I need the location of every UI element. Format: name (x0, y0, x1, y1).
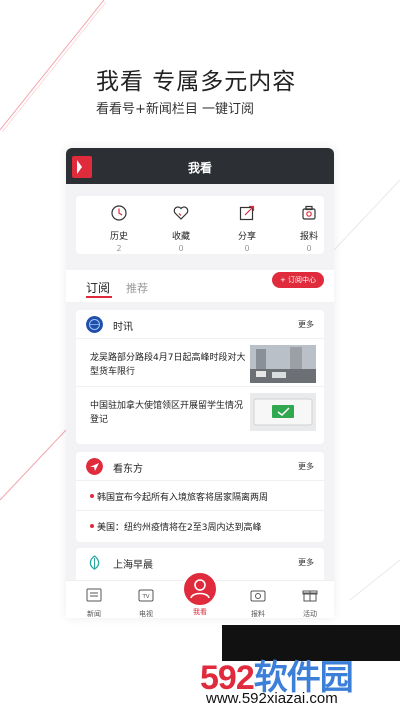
quick-favorites-label: 收藏 (171, 232, 190, 242)
section-name: 时讯 (113, 322, 133, 333)
section-name: 上海早晨 (113, 560, 153, 571)
tab-recommend[interactable]: 推荐 (126, 280, 148, 296)
globe-icon (86, 316, 103, 333)
section-header: 时讯 更多 (76, 310, 324, 338)
news-title: 中国驻加拿大使馆领区开展留学生情况登记 (90, 401, 244, 425)
nav-report[interactable]: 报料 (238, 587, 278, 618)
app-titlebar: 我看 (66, 148, 334, 184)
tv-icon: TV (138, 589, 154, 602)
nav-activity-label: 活动 (303, 610, 317, 618)
subscribe-tabs: 订阅 推荐 + 订阅中心 (66, 270, 334, 302)
bullet-dot (90, 524, 94, 528)
section-more-link[interactable]: 更多 (298, 461, 314, 472)
nav-activity[interactable]: 活动 (290, 587, 330, 618)
news-item[interactable]: 龙吴路部分路段4月7日起高峰时段对大型货车限行 (76, 338, 324, 386)
hero-subtitle: 看看号+新闻栏目 一键订阅 (96, 102, 255, 117)
bullet-dot (90, 494, 94, 498)
quick-report-count: 0 (306, 244, 312, 253)
tab-subscribe[interactable]: 订阅 (86, 279, 110, 296)
section-shixun: 时讯 更多 龙吴路部分路段4月7日起高峰时段对大型货车限行 中国驻加拿大使馆领区… (76, 310, 324, 444)
tab-active-indicator (86, 296, 112, 298)
user-icon (190, 579, 210, 599)
subscription-center-button[interactable]: + 订阅中心 (272, 272, 324, 288)
nav-news[interactable]: 新闻 (74, 587, 114, 618)
app-screen: 我看 历史 2 收藏 0 分享 0 报料 0 订阅 推荐 + 订阅中心 时讯 更… (66, 148, 334, 618)
quick-share-label: 分享 (237, 232, 256, 242)
bottom-nav: 新闻 TV 电视 我看 报料 活动 (66, 571, 334, 618)
news-title: 龙吴路部分路段4月7日起高峰时段对大型货车限行 (90, 353, 246, 377)
list-item[interactable]: 美国：纽约州疫情将在2至3周内达到高峰 (76, 510, 324, 540)
share-icon (239, 205, 255, 221)
list-item[interactable]: 韩国宣布今起所有入境旅客将居家隔离两周 (76, 480, 324, 510)
camera-icon (250, 590, 266, 602)
section-header: 看东方 更多 (76, 452, 324, 480)
list-item-title: 美国：纽约州疫情将在2至3周内达到高峰 (97, 523, 262, 533)
section-kandongfang: 看东方 更多 韩国宣布今起所有入境旅客将居家隔离两周 美国：纽约州疫情将在2至3… (76, 452, 324, 542)
list-item-title: 韩国宣布今起所有入境旅客将居家隔离两周 (97, 493, 269, 503)
section-more-link[interactable]: 更多 (298, 557, 314, 568)
nav-tv[interactable]: TV 电视 (126, 587, 166, 618)
quick-favorites[interactable]: 收藏 0 (156, 204, 206, 253)
camera-icon (302, 205, 316, 220)
quick-report-label: 报料 (299, 232, 318, 242)
nav-mine-label: 我看 (193, 608, 207, 616)
quick-history[interactable]: 历史 2 (94, 204, 144, 253)
section-more-link[interactable]: 更多 (298, 319, 314, 330)
quick-favorites-count: 0 (178, 244, 184, 253)
app-title: 我看 (187, 161, 212, 175)
dongfang-logo-icon (86, 458, 103, 475)
leaf-icon (89, 555, 100, 570)
nav-tv-label: 电视 (139, 610, 153, 618)
quick-actions-card: 历史 2 收藏 0 分享 0 报料 0 (76, 196, 324, 254)
quick-report[interactable]: 报料 0 (284, 204, 334, 253)
quick-share[interactable]: 分享 0 (222, 204, 272, 253)
heart-icon (173, 206, 189, 220)
quick-share-count: 0 (244, 244, 250, 253)
quick-history-count: 2 (116, 244, 122, 253)
history-icon (111, 205, 127, 221)
gift-icon (302, 590, 318, 602)
section-name: 看东方 (113, 464, 143, 475)
svg-text:TV: TV (141, 594, 149, 600)
nav-report-label: 报料 (251, 610, 265, 618)
news-icon (86, 588, 102, 602)
nav-mine[interactable] (182, 571, 218, 607)
watermark-url: www.592xiazai.com (206, 690, 338, 707)
quick-history-label: 历史 (109, 232, 128, 242)
news-thumbnail-traffic (250, 345, 316, 383)
news-thumbnail-keyboard (250, 393, 316, 431)
hero-title: 我看 专属多元内容 (96, 69, 297, 95)
nav-news-label: 新闻 (87, 610, 101, 618)
news-item[interactable]: 中国驻加拿大使馆领区开展留学生情况登记 (76, 386, 324, 434)
